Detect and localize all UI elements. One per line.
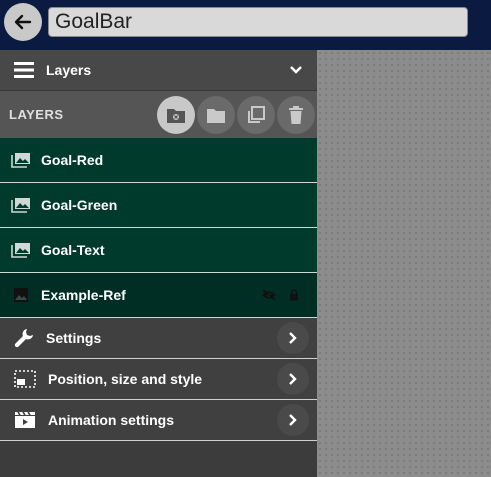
- folder-add-icon: [167, 108, 185, 123]
- menu-label: Settings: [46, 330, 102, 346]
- chevron-right-button[interactable]: [277, 322, 309, 354]
- lock-icon[interactable]: [289, 289, 299, 301]
- panel-title: Layers: [46, 62, 92, 78]
- layers-panel-header[interactable]: Layers: [0, 50, 317, 91]
- layout-icon: [14, 370, 36, 388]
- layer-status-icons: [261, 289, 299, 301]
- add-folder-button[interactable]: [157, 95, 195, 134]
- layer-name: Goal-Green: [41, 197, 118, 213]
- layer-row[interactable]: Example-Ref: [0, 273, 317, 318]
- chevron-down-icon[interactable]: [289, 65, 303, 75]
- image-stack-icon: [11, 198, 30, 213]
- wrench-icon: [14, 329, 33, 348]
- menu-lines-icon: [14, 62, 34, 78]
- layers-toolbar: LAYERS: [0, 91, 317, 138]
- layer-name: Example-Ref: [41, 287, 126, 303]
- chevron-right-icon: [289, 414, 297, 426]
- chevron-right-icon: [289, 332, 297, 344]
- image-stack-icon: [11, 243, 30, 258]
- project-title-input[interactable]: GoalBar: [48, 7, 468, 37]
- sidebar: Layers LAYERS Goal-Red Goal-Green Goal-T…: [0, 50, 317, 477]
- menu-label: Animation settings: [48, 412, 175, 428]
- layer-row[interactable]: Goal-Green: [0, 183, 317, 228]
- eye-off-icon[interactable]: [261, 289, 277, 301]
- layer-name: Goal-Text: [41, 242, 105, 258]
- chevron-right-button[interactable]: [277, 363, 309, 395]
- image-icon: [14, 288, 28, 302]
- settings-menu-row[interactable]: Settings: [0, 318, 317, 359]
- clapperboard-icon: [15, 411, 35, 428]
- trash-icon: [289, 105, 303, 124]
- duplicate-button[interactable]: [237, 95, 275, 134]
- layer-row[interactable]: Goal-Text: [0, 228, 317, 273]
- animation-settings-menu-row[interactable]: Animation settings: [0, 400, 317, 441]
- delete-button[interactable]: [277, 95, 315, 134]
- editor-canvas[interactable]: [317, 50, 491, 477]
- top-bar: GoalBar: [0, 0, 491, 50]
- menu-label: Position, size and style: [48, 371, 203, 387]
- layer-name: Goal-Red: [41, 152, 104, 168]
- image-stack-icon: [11, 153, 30, 168]
- chevron-right-icon: [289, 373, 297, 385]
- chevron-right-button[interactable]: [277, 404, 309, 436]
- folder-icon: [207, 108, 225, 123]
- duplicate-icon: [248, 105, 265, 123]
- folder-button[interactable]: [197, 95, 235, 134]
- arrow-left-icon: [14, 14, 32, 30]
- layers-toolbar-label: LAYERS: [9, 107, 64, 122]
- position-size-style-menu-row[interactable]: Position, size and style: [0, 359, 317, 400]
- back-button[interactable]: [4, 3, 42, 41]
- layer-row[interactable]: Goal-Red: [0, 138, 317, 183]
